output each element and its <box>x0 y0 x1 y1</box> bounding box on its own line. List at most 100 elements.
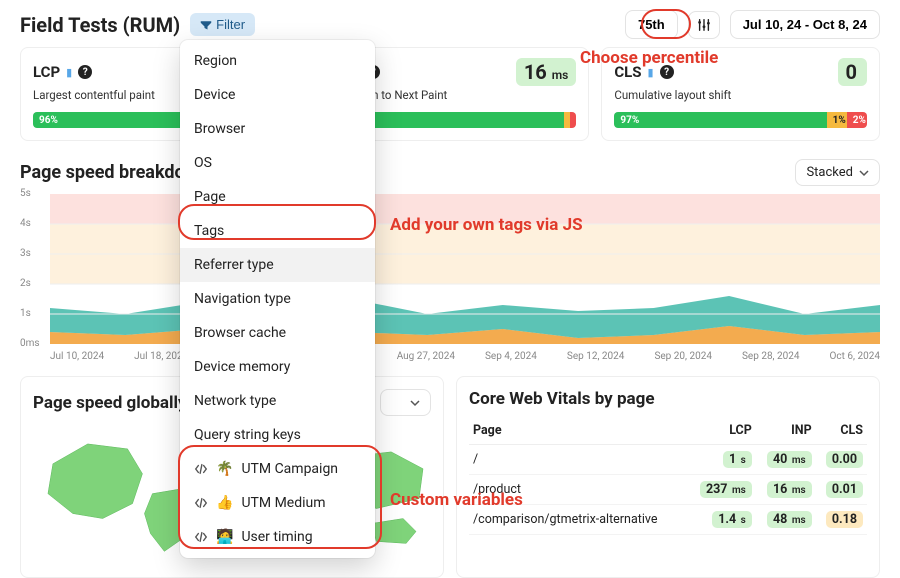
code-icon <box>194 530 208 544</box>
filter-menu-item[interactable]: Navigation type <box>180 282 375 316</box>
page-path: /comparison/gtmetrix-alternative <box>469 505 688 535</box>
filter-menu-item[interactable]: Device <box>180 78 375 112</box>
bookmark-icon: ▮ <box>66 66 72 79</box>
table-column-header[interactable]: LCP <box>688 417 756 445</box>
inp-chip: 16 ms <box>767 481 812 498</box>
metric-card[interactable]: CLS ▮ ? 0 Cumulative layout shift 97% 1%… <box>601 47 880 141</box>
sliders-icon <box>697 18 711 32</box>
filter-menu-item[interactable]: OS <box>180 146 375 180</box>
chart-y-tick: 3s <box>20 248 31 259</box>
metric-cards-row: LCP ▮ ? Largest contentful paint 96% INP… <box>0 47 900 141</box>
distribution-bar: 97% 1% 2% <box>614 112 867 128</box>
metric-abbr: CLS <box>614 63 641 81</box>
page-path: /product <box>469 475 688 505</box>
menu-item-label: OS <box>194 155 212 171</box>
metric-abbr: LCP <box>33 63 60 81</box>
cls-chip: 0.00 <box>826 451 863 468</box>
good-segment: 97% <box>614 112 826 128</box>
filter-menu-item-custom[interactable]: 🧑‍💻 User timing <box>180 520 375 554</box>
filter-menu-item-custom[interactable]: 🌴 UTM Campaign <box>180 452 375 486</box>
table-row[interactable]: /product 237 ms 16 ms 0.01 <box>469 475 867 505</box>
code-icon <box>194 496 208 510</box>
table-header-row: PageLCPINPCLS <box>469 417 867 445</box>
menu-item-label: Page <box>194 189 226 205</box>
table-column-header[interactable]: Page <box>469 417 688 445</box>
menu-item-emoji: 🧑‍💻 <box>216 529 233 545</box>
lcp-chip: 1.4 s <box>712 511 752 528</box>
bookmark-icon: ▮ <box>648 66 654 79</box>
cls-chip: 0.01 <box>826 481 863 498</box>
filter-menu-item-custom[interactable]: 👍 UTM Medium <box>180 486 375 520</box>
menu-item-label: Browser <box>194 121 245 137</box>
menu-item-emoji: 👍 <box>216 495 233 511</box>
filter-button[interactable]: Filter <box>190 13 255 36</box>
chart-mode-select[interactable]: Stacked <box>795 159 880 186</box>
inp-chip: 48 ms <box>767 511 812 528</box>
chart-mode-label: Stacked <box>806 165 853 180</box>
menu-item-label: Device memory <box>194 359 290 375</box>
page-title: Field Tests (RUM) <box>20 13 180 37</box>
header: Field Tests (RUM) Filter 75th Jul 10, 24… <box>0 0 900 47</box>
filter-menu-item[interactable]: Browser cache <box>180 316 375 350</box>
menu-item-label: Tags <box>194 223 224 239</box>
chart-y-tick: 2s <box>20 278 31 289</box>
filter-icon <box>200 19 212 31</box>
filter-menu-item[interactable]: Device memory <box>180 350 375 384</box>
cwv-by-page-panel: Core Web Vitals by page PageLCPINPCLS / … <box>456 376 880 578</box>
filter-menu-item[interactable]: Network type <box>180 384 375 418</box>
menu-item-label: Navigation type <box>194 291 291 307</box>
poor-segment <box>570 112 576 128</box>
filter-dropdown[interactable]: Region Device Browser OS Page Tags Referrer ty… <box>180 40 375 558</box>
chart-x-tick: Sep 20, 2024 <box>654 351 712 362</box>
menu-item-label: Region <box>194 53 237 69</box>
help-icon[interactable]: ? <box>660 65 674 79</box>
chart-x-tick: Oct 6, 2024 <box>830 351 880 362</box>
filter-menu-item[interactable]: Tags <box>180 214 375 248</box>
globally-select[interactable] <box>380 389 431 416</box>
table-row[interactable]: / 1 s 40 ms 0.00 <box>469 445 867 475</box>
poor-segment: 2% <box>847 112 867 128</box>
filter-menu-item[interactable]: Referrer type <box>180 248 375 282</box>
menu-item-label: User timing <box>241 529 312 545</box>
menu-item-label: UTM Campaign <box>241 461 338 477</box>
chevron-down-icon <box>410 398 420 408</box>
area-chart <box>50 194 880 344</box>
menu-item-label: Device <box>194 87 235 103</box>
needs-improvement-segment: 1% <box>827 112 847 128</box>
filter-menu-item[interactable]: Query string keys <box>180 418 375 452</box>
inp-chip: 40 ms <box>767 451 812 468</box>
lcp-chip: 237 ms <box>700 481 752 498</box>
globally-title: Page speed globally <box>33 393 187 413</box>
filter-menu-item[interactable]: Page <box>180 180 375 214</box>
metric-value: 0 <box>838 58 867 86</box>
help-icon[interactable]: ? <box>78 65 92 79</box>
menu-item-label: Query string keys <box>194 427 301 443</box>
percentile-selector[interactable]: 75th <box>625 10 678 39</box>
filter-menu-item[interactable]: Region <box>180 44 375 78</box>
menu-item-label: Browser cache <box>194 325 286 341</box>
table-column-header[interactable]: CLS <box>816 417 867 445</box>
filter-menu-item[interactable]: Browser <box>180 112 375 146</box>
page-path: / <box>469 445 688 475</box>
date-range-selector[interactable]: Jul 10, 24 - Oct 8, 24 <box>730 10 880 39</box>
table-row[interactable]: /comparison/gtmetrix-alternative 1.4 s 4… <box>469 505 867 535</box>
table-column-header[interactable]: INP <box>756 417 816 445</box>
menu-item-emoji: 🌴 <box>216 461 233 477</box>
chart-y-tick: 0ms <box>20 338 40 349</box>
breakdown-chart: 5s4s3s2s1s0ms Jul 10, 2024Jul 18, 2024Au… <box>20 194 880 362</box>
cwv-table: PageLCPINPCLS / 1 s 40 ms 0.00 /product … <box>469 417 867 535</box>
chart-x-tick: Jul 10, 2024 <box>50 351 104 362</box>
chart-y-tick: 4s <box>20 218 31 229</box>
metric-value: 16 ms <box>516 58 577 86</box>
lcp-chip: 1 s <box>723 451 752 468</box>
metric-full-name: Cumulative layout shift <box>614 88 867 102</box>
percentile-label: 75th <box>638 17 665 32</box>
chart-x-tick: Sep 28, 2024 <box>742 351 800 362</box>
chart-x-tick: Sep 12, 2024 <box>567 351 625 362</box>
menu-item-label: Referrer type <box>194 257 274 273</box>
menu-item-label: UTM Medium <box>241 495 325 511</box>
chart-x-tick: Sep 4, 2024 <box>485 351 537 362</box>
date-range-label: Jul 10, 24 - Oct 8, 24 <box>743 17 867 32</box>
code-icon <box>194 462 208 476</box>
settings-button[interactable] <box>688 11 720 39</box>
